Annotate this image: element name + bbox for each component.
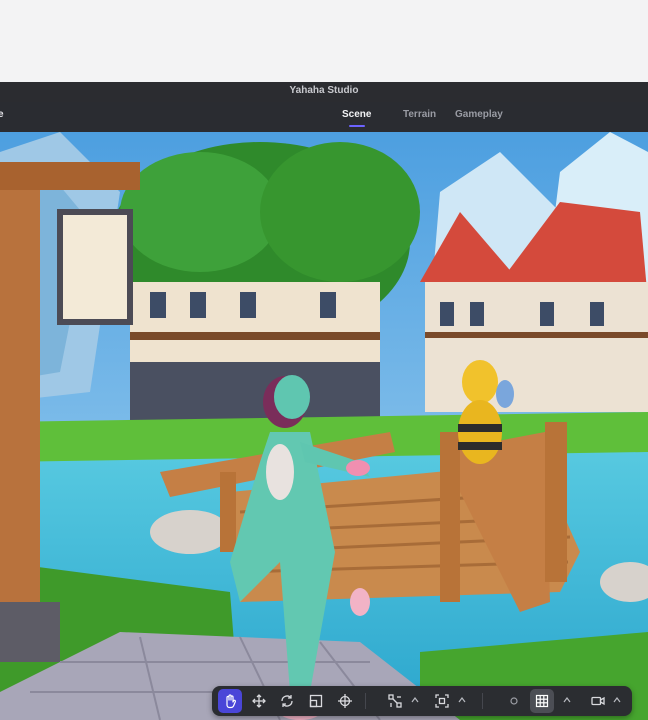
grid-options-dropdown[interactable] <box>562 695 572 705</box>
snap-tool-button[interactable] <box>430 689 454 713</box>
active-tab-indicator <box>349 125 365 127</box>
toolbar-separator <box>482 693 483 709</box>
move-tool-button[interactable] <box>247 689 271 713</box>
truncated-menu-label[interactable]: e <box>0 109 4 120</box>
scene-render <box>0 132 648 720</box>
app-window: Yahaha Studio e Scene Terrain Gameplay <box>0 74 648 720</box>
rotate-icon <box>281 695 293 707</box>
window-titlebar: Yahaha Studio <box>0 82 648 102</box>
window-top-edge <box>0 74 648 82</box>
pivot-tool-button[interactable] <box>383 689 407 713</box>
chevron-up-icon <box>563 697 571 703</box>
chevron-up-icon <box>613 697 621 703</box>
scale-tool-button[interactable] <box>304 689 328 713</box>
transform-tool-button[interactable] <box>333 689 357 713</box>
scale-icon <box>309 694 323 708</box>
circle-icon <box>510 697 518 705</box>
chevron-up-icon <box>411 697 419 703</box>
chevron-up-icon <box>458 697 466 703</box>
hand-tool-button[interactable] <box>218 689 242 713</box>
camera-tool-button[interactable] <box>586 689 610 713</box>
tab-gameplay[interactable]: Gameplay <box>455 109 503 120</box>
pivot-options-dropdown[interactable] <box>410 695 420 705</box>
crosshair-icon <box>338 694 352 708</box>
dot-tool-button[interactable] <box>502 689 526 713</box>
hand-icon <box>226 694 236 709</box>
rotate-tool-button[interactable] <box>275 689 299 713</box>
tab-terrain[interactable]: Terrain <box>403 109 436 120</box>
camera-icon <box>591 696 605 706</box>
focus-icon <box>435 694 449 708</box>
grid-icon <box>535 694 549 708</box>
snap-options-dropdown[interactable] <box>457 695 467 705</box>
pivot-icon <box>388 694 402 708</box>
mode-tab-bar: e Scene Terrain Gameplay <box>0 102 648 133</box>
tab-scene[interactable]: Scene <box>342 109 371 120</box>
toolbar-separator <box>365 693 366 709</box>
window-title: Yahaha Studio <box>289 85 359 96</box>
move-arrows-icon <box>252 694 266 708</box>
scene-viewport[interactable] <box>0 132 648 720</box>
camera-options-dropdown[interactable] <box>612 695 622 705</box>
page-top-background <box>0 0 648 74</box>
grid-tool-button[interactable] <box>530 689 554 713</box>
scene-tools-toolbar <box>212 686 632 716</box>
